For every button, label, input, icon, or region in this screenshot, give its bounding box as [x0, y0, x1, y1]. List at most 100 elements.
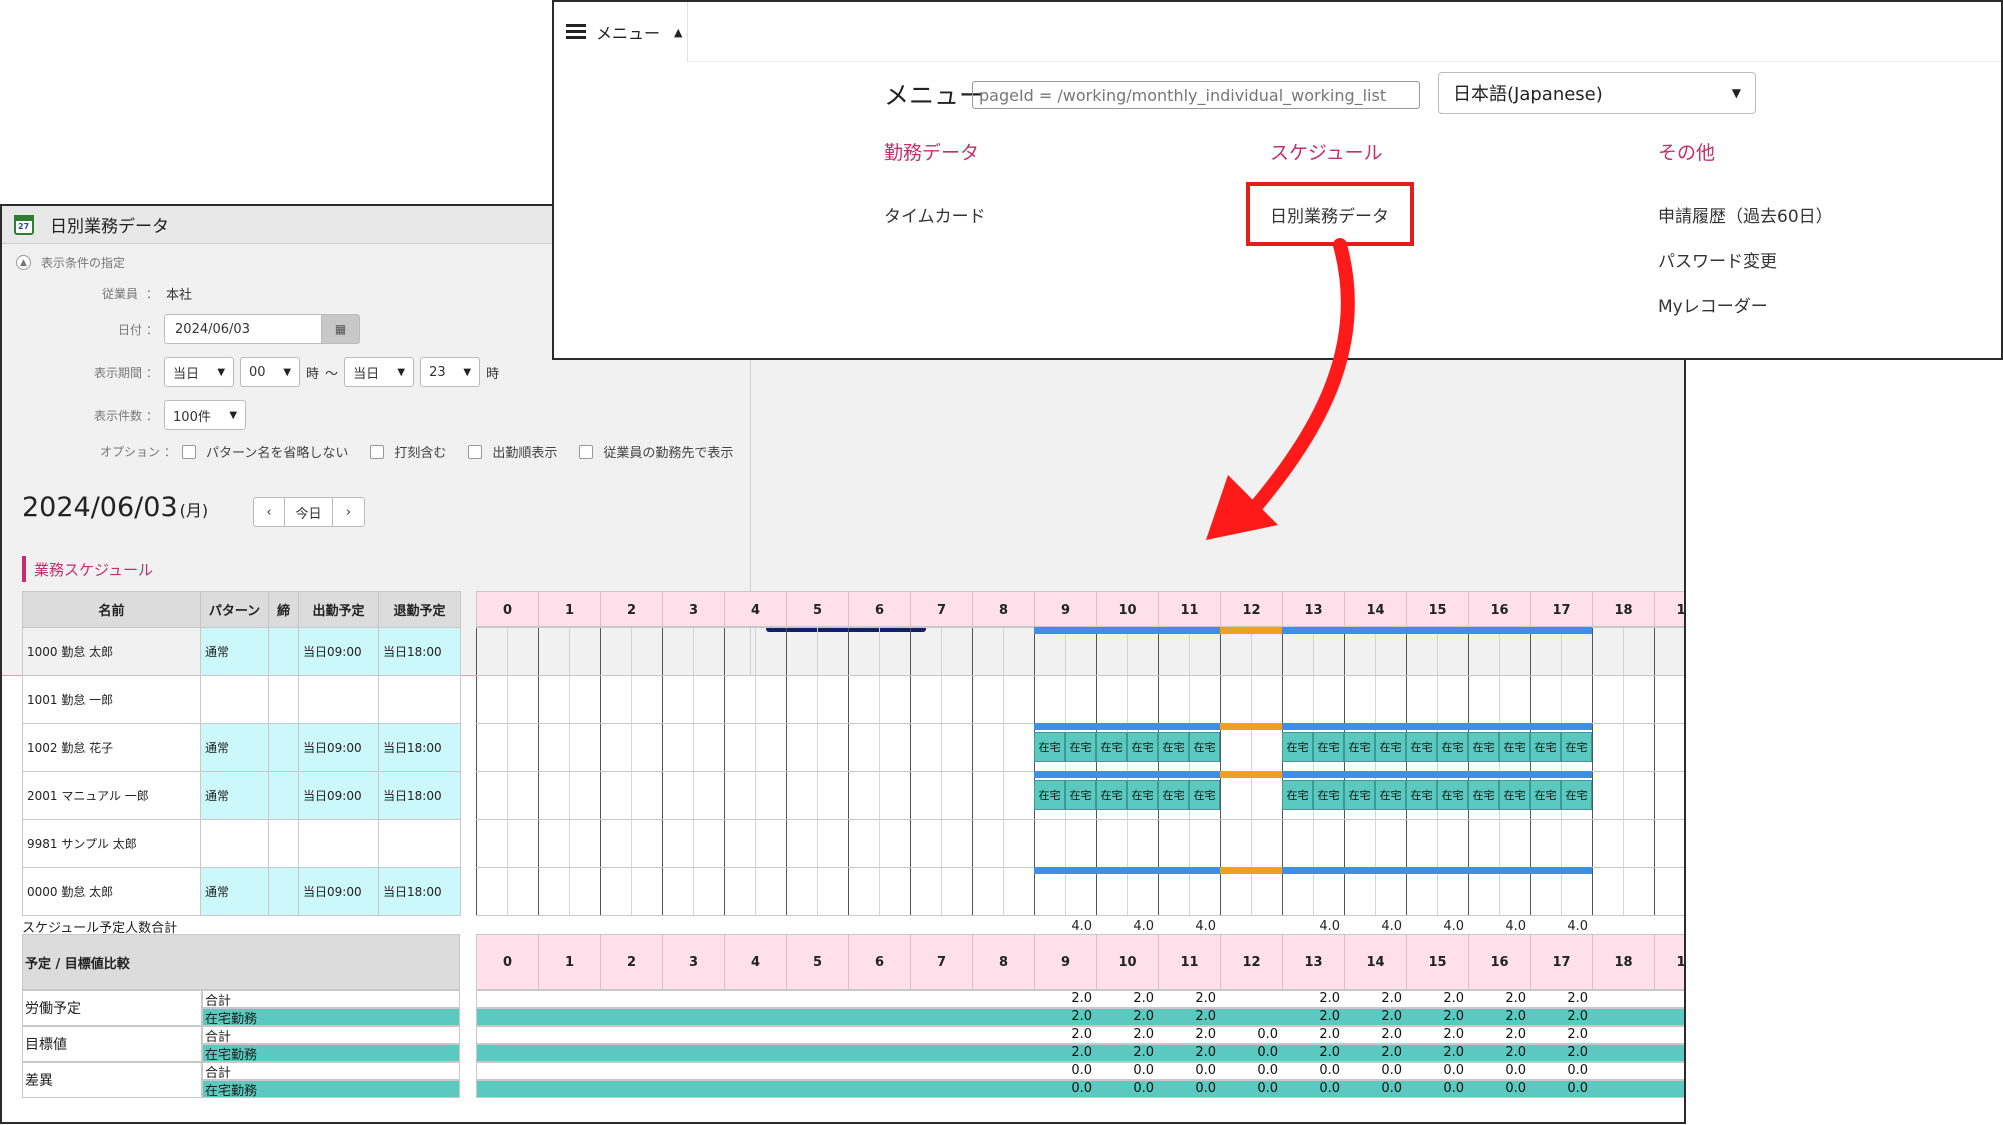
- language-select[interactable]: 日本語(Japanese) ▼: [1438, 72, 1756, 114]
- page-id-field[interactable]: pageId = /working/monthly_individual_wor…: [972, 81, 1420, 109]
- compare-value: 2.0: [1381, 1045, 1402, 1060]
- home-work-cell[interactable]: 在宅: [1437, 732, 1468, 762]
- home-work-cell[interactable]: 在宅: [1282, 780, 1313, 810]
- hamburger-icon: [566, 24, 586, 40]
- hour-label: 17: [1531, 935, 1593, 989]
- schedule-bar[interactable]: [1282, 627, 1592, 634]
- home-work-cell[interactable]: 在宅: [1034, 732, 1065, 762]
- break-bar[interactable]: [1220, 723, 1282, 730]
- period-from-hour-select[interactable]: 00 ▼: [240, 357, 301, 387]
- hour-label: 14: [1345, 935, 1407, 989]
- schedule-bar[interactable]: [1034, 723, 1220, 730]
- hour-label: 8: [973, 935, 1035, 989]
- next-day-button[interactable]: ›: [333, 497, 365, 527]
- table-cell: 1001 勤怠 一郎: [22, 675, 201, 724]
- home-work-cell[interactable]: 在宅: [1189, 732, 1220, 762]
- home-work-cell[interactable]: 在宅: [1158, 780, 1189, 810]
- home-work-cell[interactable]: 在宅: [1065, 732, 1096, 762]
- summary-value: 4.0: [1505, 919, 1526, 934]
- prev-day-button[interactable]: ‹: [253, 497, 285, 527]
- home-work-cell[interactable]: 在宅: [1530, 780, 1561, 810]
- count-select[interactable]: 100件 ▼: [164, 400, 247, 430]
- menu-item-my-recorder[interactable]: Myレコーダー: [1658, 292, 1768, 317]
- date-input[interactable]: 2024/06/03: [164, 314, 323, 344]
- compare-value: 0.0: [1443, 1081, 1464, 1096]
- home-work-cell[interactable]: 在宅: [1096, 732, 1127, 762]
- break-bar[interactable]: [1220, 867, 1282, 874]
- home-work-cell[interactable]: 在宅: [1282, 732, 1313, 762]
- home-work-cell[interactable]: 在宅: [1034, 780, 1065, 810]
- home-work-cell[interactable]: 在宅: [1096, 780, 1127, 810]
- option-no-abbrev[interactable]: パターン名を省略しない: [182, 442, 348, 461]
- home-work-cell[interactable]: 在宅: [1406, 780, 1437, 810]
- home-work-cell[interactable]: 在宅: [1499, 732, 1530, 762]
- checkbox[interactable]: [579, 444, 594, 459]
- table-cell: 当日09:00: [298, 771, 379, 820]
- compare-value: 0.0: [1071, 1081, 1092, 1096]
- schedule-bar[interactable]: [1034, 627, 1220, 634]
- checkbox[interactable]: [182, 444, 197, 459]
- calendar-icon: 27: [14, 214, 34, 235]
- checkbox[interactable]: [468, 444, 483, 459]
- hour-label: 4: [725, 592, 787, 628]
- menu-toggle-button[interactable]: メニュー ▲: [554, 2, 688, 62]
- menu-item-application-history[interactable]: 申請履歴（過去60日）: [1658, 202, 1833, 227]
- period-to-day-select[interactable]: 当日 ▼: [344, 357, 415, 387]
- option-attendance-order[interactable]: 出勤順表示: [468, 442, 557, 461]
- hour-label: 8: [973, 592, 1035, 628]
- menu-item-timecard[interactable]: タイムカード: [884, 202, 986, 227]
- date-picker-button[interactable]: ▦: [322, 314, 361, 344]
- compare-value: 2.0: [1381, 1027, 1402, 1042]
- home-work-cell[interactable]: 在宅: [1313, 780, 1344, 810]
- home-work-cell[interactable]: 在宅: [1437, 780, 1468, 810]
- home-work-cell[interactable]: 在宅: [1499, 780, 1530, 810]
- hour-label: 15: [1407, 592, 1469, 628]
- collapse-icon[interactable]: ▲: [16, 255, 31, 270]
- tilde-label: ～: [325, 366, 339, 382]
- home-work-cell[interactable]: 在宅: [1158, 732, 1189, 762]
- home-work-cell[interactable]: 在宅: [1561, 780, 1592, 810]
- table-cell: [268, 675, 299, 724]
- today-button[interactable]: 今日: [285, 497, 333, 527]
- compare-value: 0.0: [1257, 1063, 1278, 1078]
- home-work-cell[interactable]: 在宅: [1375, 780, 1406, 810]
- compare-value: 2.0: [1381, 991, 1402, 1006]
- table-row: 0000 勤怠 太郎 通常 当日09:00 当日18:00: [22, 867, 461, 916]
- home-work-cell[interactable]: 在宅: [1468, 780, 1499, 810]
- schedule-bar[interactable]: [1282, 867, 1592, 874]
- table-cell: 通常: [200, 771, 269, 820]
- home-work-cell[interactable]: 在宅: [1127, 732, 1158, 762]
- break-bar[interactable]: [1220, 771, 1282, 778]
- table-cell: 0000 勤怠 太郎: [22, 867, 201, 916]
- period-from-day-select[interactable]: 当日 ▼: [164, 357, 235, 387]
- home-work-cell[interactable]: 在宅: [1344, 732, 1375, 762]
- home-work-cell[interactable]: 在宅: [1468, 732, 1499, 762]
- home-work-cell[interactable]: 在宅: [1344, 780, 1375, 810]
- column-header: 締: [268, 591, 299, 628]
- option-employee-workplace[interactable]: 従業員の勤務先で表示: [579, 442, 733, 461]
- home-work-cell[interactable]: 在宅: [1127, 780, 1158, 810]
- menu-item-change-password[interactable]: パスワード変更: [1658, 247, 1777, 272]
- home-work-cell[interactable]: 在宅: [1189, 780, 1220, 810]
- hour-label: 7: [911, 935, 973, 989]
- home-work-cell[interactable]: 在宅: [1561, 732, 1592, 762]
- compare-section-title: 予定 / 目標値比較: [22, 934, 460, 990]
- grid-line: [1685, 627, 1686, 915]
- checkbox[interactable]: [370, 444, 385, 459]
- home-work-cell[interactable]: 在宅: [1313, 732, 1344, 762]
- period-to-hour-select[interactable]: 23 ▼: [420, 357, 481, 387]
- home-work-cell[interactable]: 在宅: [1530, 732, 1561, 762]
- compare-value: 2.0: [1195, 1009, 1216, 1024]
- home-work-cell[interactable]: 在宅: [1406, 732, 1437, 762]
- schedule-bar[interactable]: [1034, 771, 1220, 778]
- schedule-bar[interactable]: [1282, 771, 1592, 778]
- compare-value: 2.0: [1319, 991, 1340, 1006]
- schedule-bar[interactable]: [1034, 867, 1220, 874]
- summary-value: 4.0: [1319, 919, 1340, 934]
- break-bar[interactable]: [1220, 627, 1282, 634]
- home-work-cell[interactable]: 在宅: [1065, 780, 1096, 810]
- home-work-cell[interactable]: 在宅: [1375, 732, 1406, 762]
- schedule-bar[interactable]: [1282, 723, 1592, 730]
- option-include-punch[interactable]: 打刻含む: [370, 442, 446, 461]
- hour-label: 15: [1407, 935, 1469, 989]
